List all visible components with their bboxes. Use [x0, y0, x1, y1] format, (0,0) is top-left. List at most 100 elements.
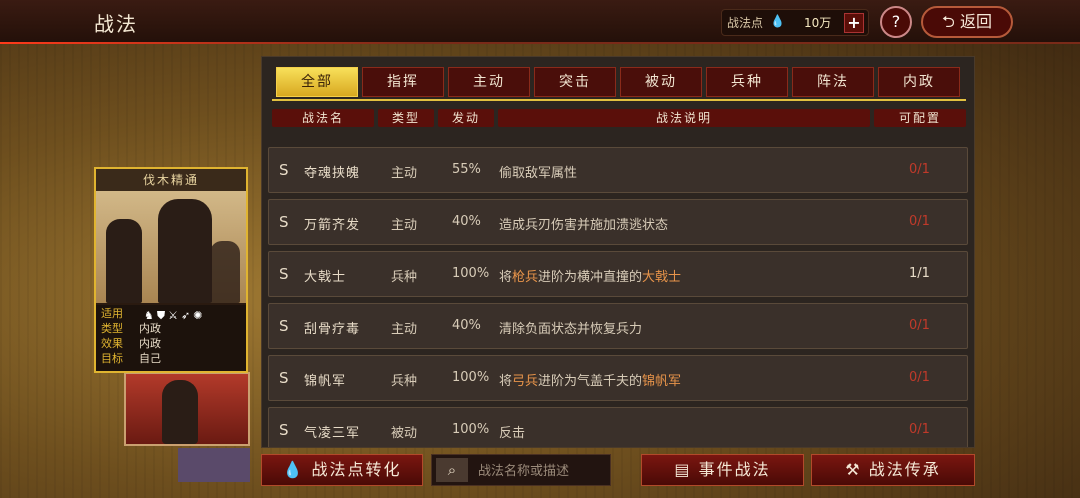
- skill-config-count: 0/1: [909, 422, 930, 437]
- convert-points-label: 战法点转化: [311, 460, 402, 479]
- card-info-row: 效果 内政: [101, 337, 161, 350]
- card-info-row: 目标 自己: [101, 352, 161, 365]
- column-header-type[interactable]: 类型: [378, 109, 434, 127]
- tab-assault[interactable]: 突击: [534, 67, 616, 97]
- tactic-card[interactable]: 伐木精通 适用 ♞⛊⚔➶✺ 类型 内政 效果 内政 目标 自己: [94, 167, 248, 373]
- skill-name: 万箭齐发: [304, 218, 361, 233]
- skill-row[interactable]: S 夺魂挟魄 主动 55% 偷取敌军属性 0/1: [268, 147, 968, 193]
- skill-grade: S: [279, 317, 289, 335]
- skill-description: 将枪兵进阶为横冲直撞的大戟士: [499, 266, 681, 285]
- tab-passive[interactable]: 被动: [620, 67, 702, 97]
- stacked-card-back: [178, 448, 250, 482]
- skill-desc-highlight: 锦帆军: [642, 374, 682, 389]
- back-label: 返回: [959, 12, 992, 31]
- fire-drop-icon: 💧: [282, 460, 305, 479]
- skill-desc-text: 造成兵刃伤害并施加溃逃状态: [499, 218, 669, 233]
- crossed-swords-icon: ⚔: [168, 309, 181, 322]
- skill-grade: S: [279, 421, 289, 439]
- skill-type: 兵种: [391, 270, 418, 285]
- scroll-icon: ▤: [674, 460, 692, 479]
- search-icon[interactable]: ⌕: [436, 458, 468, 482]
- skill-description: 清除负面状态并恢复兵力: [499, 318, 642, 337]
- skill-config-count: 0/1: [909, 162, 930, 177]
- column-header-name[interactable]: 战法名: [272, 109, 374, 127]
- stacked-card-middle: [124, 372, 250, 446]
- skill-desc-text: 清除负面状态并恢复兵力: [499, 322, 643, 337]
- tab-formation[interactable]: 阵法: [792, 67, 874, 97]
- hammer-icon: ⚒: [845, 460, 862, 479]
- tactic-points-label: 战法点: [727, 16, 764, 30]
- figure-silhouette: [210, 241, 240, 303]
- tab-underline: [272, 99, 966, 101]
- wheel-icon: ✺: [193, 309, 206, 322]
- cavalry-icon: ♞: [144, 309, 157, 322]
- column-header-config[interactable]: 可配置: [874, 109, 966, 127]
- page-title: 战法: [94, 12, 138, 36]
- tab-internal[interactable]: 内政: [878, 67, 960, 97]
- skill-desc-text: 进阶为横冲直撞的: [538, 270, 643, 285]
- search-input[interactable]: [476, 460, 606, 482]
- skill-type: 被动: [391, 426, 418, 441]
- skill-grade: S: [279, 161, 289, 179]
- skill-config-count: 0/1: [909, 370, 930, 385]
- tab-command[interactable]: 指挥: [362, 67, 444, 97]
- skill-grade: S: [279, 213, 289, 231]
- category-tabs: 全部 指挥 主动 突击 被动 兵种 阵法 内政: [276, 67, 966, 97]
- skill-config-count: 0/1: [909, 318, 930, 333]
- column-header-desc: 战法说明: [498, 109, 870, 127]
- skill-rate: 55%: [452, 162, 481, 177]
- skill-description: 偷取敌军属性: [499, 162, 577, 181]
- skill-desc-text: 将: [499, 270, 513, 285]
- figure-silhouette: [158, 199, 212, 303]
- arrow-icon: ➶: [181, 309, 194, 322]
- skill-row[interactable]: S 万箭齐发 主动 40% 造成兵刃伤害并施加溃逃状态 0/1: [268, 199, 968, 245]
- tactics-panel: 全部 指挥 主动 突击 被动 兵种 阵法 内政 战法名 类型 发动 战法说明 可…: [261, 56, 975, 448]
- tactic-points-display: 战法点 💧 10万 +: [721, 9, 869, 36]
- skill-desc-text: 反击: [499, 426, 526, 441]
- convert-points-button[interactable]: 💧 战法点转化: [261, 454, 423, 486]
- skill-type: 主动: [391, 166, 418, 181]
- card-info: 适用 ♞⛊⚔➶✺ 类型 内政 效果 内政 目标 自己: [96, 305, 246, 371]
- top-bar-glow: [0, 42, 420, 44]
- skill-row[interactable]: S 锦帆军 兵种 100% 将弓兵进阶为气盖千夫的锦帆军 0/1: [268, 355, 968, 401]
- skill-grade: S: [279, 369, 289, 387]
- fire-drop-icon: 💧: [770, 14, 785, 28]
- card-artwork: [96, 191, 246, 303]
- add-points-button[interactable]: +: [844, 13, 864, 33]
- card-info-row: 类型 内政: [101, 322, 161, 335]
- skill-rate: 100%: [452, 266, 490, 281]
- skill-name: 锦帆军: [304, 374, 347, 389]
- skill-desc-highlight: 弓兵: [512, 374, 539, 389]
- skill-config-count: 0/1: [909, 214, 930, 229]
- tab-all[interactable]: 全部: [276, 67, 358, 97]
- column-header-rate[interactable]: 发动: [438, 109, 494, 127]
- skill-description: 反击: [499, 422, 525, 441]
- tab-active[interactable]: 主动: [448, 67, 530, 97]
- top-bar: 战法 战法点 💧 10万 + ? ⮌ 返回: [0, 0, 1080, 44]
- back-button[interactable]: ⮌ 返回: [921, 6, 1013, 38]
- tactic-points-value: 10万: [804, 16, 832, 30]
- help-button[interactable]: ?: [880, 6, 912, 38]
- skill-list[interactable]: S 夺魂挟魄 主动 55% 偷取敌军属性 0/1 S 万箭齐发 主动 40% 造成兵刃伤害并施加溃逃…: [268, 145, 968, 447]
- skill-desc-text: 进阶为气盖千夫的: [538, 374, 643, 389]
- card-title: 伐木精通: [96, 169, 246, 191]
- skill-row[interactable]: S 气凌三军 被动 100% 反击 0/1: [268, 407, 968, 447]
- skill-row[interactable]: S 刮骨疗毒 主动 40% 清除负面状态并恢复兵力 0/1: [268, 303, 968, 349]
- tab-troop[interactable]: 兵种: [706, 67, 788, 97]
- skill-type: 主动: [391, 218, 418, 233]
- skill-row[interactable]: S 大戟士 兵种 100% 将枪兵进阶为横冲直撞的大戟士 1/1: [268, 251, 968, 297]
- card-silhouette: [162, 380, 198, 444]
- skill-type: 主动: [391, 322, 418, 337]
- skill-description: 将弓兵进阶为气盖千夫的锦帆军: [499, 370, 681, 389]
- skill-rate: 40%: [452, 214, 481, 229]
- skill-rate: 100%: [452, 370, 490, 385]
- back-arrow-icon: ⮌: [942, 12, 955, 31]
- unit-type-icons: ♞⛊⚔➶✺: [144, 309, 205, 323]
- event-tactics-button[interactable]: ▤ 事件战法: [641, 454, 804, 486]
- shield-icon: ⛊: [156, 309, 169, 322]
- skill-desc-text: 将: [499, 374, 513, 389]
- skill-name: 夺魂挟魄: [304, 166, 361, 181]
- search-box[interactable]: ⌕: [431, 454, 611, 486]
- skill-name: 大戟士: [304, 270, 347, 285]
- tactic-inherit-button[interactable]: ⚒ 战法传承: [811, 454, 975, 486]
